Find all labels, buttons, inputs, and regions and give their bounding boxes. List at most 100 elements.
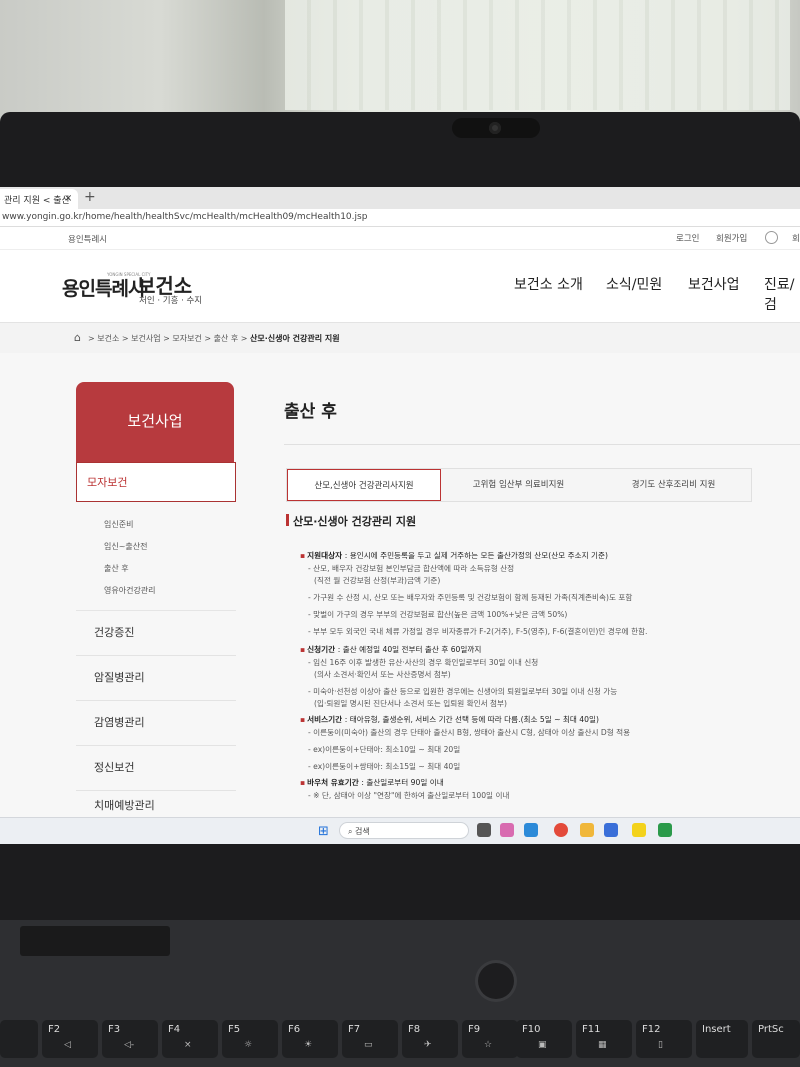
key-label: F2 <box>48 1024 61 1035</box>
gnb-item-news[interactable]: 소식/민원 <box>606 274 662 294</box>
eligibility-label: 지원대상자 <box>307 551 343 560</box>
new-tab-button[interactable]: + <box>84 189 96 205</box>
period-heading: ▪ 신청기간 : 출산 예정일 40일 전부터 출산 후 60일까지 <box>300 644 780 656</box>
key-label: F6 <box>288 1024 301 1035</box>
key-prtsc[interactable]: PrtSc <box>752 1020 800 1058</box>
period-label: 신청기간 <box>307 645 336 654</box>
key-f1[interactable] <box>0 1020 38 1058</box>
key-label: F11 <box>582 1024 601 1035</box>
login-link[interactable]: 로그인 <box>676 232 699 244</box>
page-title: 출산 후 <box>284 402 337 422</box>
address-bar[interactable]: www.yongin.go.kr/home/health/healthSvc/m… <box>0 209 800 227</box>
home-icon[interactable]: ⌂ <box>74 331 81 344</box>
lnb-item-mental[interactable]: 정신보건 <box>76 746 236 791</box>
key-insert[interactable]: Insert <box>696 1020 748 1058</box>
key-f8[interactable]: F8 ✈ <box>402 1020 458 1058</box>
service-item: - 이른둥이(미숙아) 출산의 경우 단태아 출산시 B형, 쌍태아 출산시 C… <box>308 728 631 737</box>
eligibility-heading: ▪ 지원대상자 : 용인시에 주민등록을 두고 실제 거주하는 모든 출산가정의 … <box>300 550 780 562</box>
logo-city[interactable]: 용인특례시 <box>62 274 145 301</box>
close-icon[interactable]: × <box>64 193 72 204</box>
join-link[interactable]: 회원가입 <box>716 232 747 244</box>
breadcrumb-links[interactable]: > 보건소 > 보건사업 > 모자보건 > 출산 후 > <box>88 334 247 343</box>
lnb-sub-postnatal[interactable]: 출산 후 <box>104 558 236 580</box>
key-label: Insert <box>702 1024 731 1035</box>
content-body: ▪ 지원대상자 : 용인시에 주민등록을 두고 실제 거주하는 모든 출산가정의 … <box>300 546 780 802</box>
util-more[interactable]: 회 <box>792 232 800 244</box>
key-f6[interactable]: F6 ☀ <box>282 1020 338 1058</box>
room-background <box>0 0 800 130</box>
key-f3[interactable]: F3 ◁- <box>102 1020 158 1058</box>
print-icon[interactable] <box>765 231 778 244</box>
key-label: PrtSc <box>758 1024 784 1035</box>
edge-icon[interactable] <box>524 823 538 837</box>
section-title: 산모·신생아 건강관리 지원 <box>286 513 416 529</box>
bullet-icon: ▪ <box>300 551 306 560</box>
gnb-item-health[interactable]: 보건사업 <box>688 274 740 294</box>
screen-icon: ▣ <box>538 1040 547 1050</box>
content-tabs: 산모,신생아 건강관리사지원 고위험 임산부 의료비지원 경기도 산후조리비 지… <box>286 468 752 502</box>
lnb-sub-infant[interactable]: 영유아건강관리 <box>104 580 236 602</box>
windows-start-icon[interactable]: ⊞ <box>318 824 329 839</box>
copilot-icon[interactable] <box>500 823 514 837</box>
kakaotalk-icon[interactable] <box>632 823 646 837</box>
key-label: F10 <box>522 1024 541 1035</box>
eligibility-item: - 산모, 배우자 건강보험 본인부담금 합산액에 따라 소득유형 산정 <box>308 564 515 573</box>
tab-mother-newborn[interactable]: 산모,신생아 건강관리사지원 <box>287 469 441 501</box>
key-f9[interactable]: F9 ☆ <box>462 1020 518 1058</box>
taskbar-search-label: 검색 <box>355 827 370 836</box>
airplane-icon: ✈ <box>424 1040 432 1050</box>
laptop-hinge <box>20 926 170 956</box>
excel-icon[interactable] <box>658 823 672 837</box>
camera-lens <box>489 122 501 134</box>
period-item: - 임신 16주 이후 발생한 유산·사산의 경우 확인일로부터 30일 이내 … <box>308 658 539 667</box>
key-f4[interactable]: F4 × <box>162 1020 218 1058</box>
eligibility-item: - 가구원 수 산정 시, 산모 또는 배우자와 주민등록 및 건강보험이 함께… <box>308 593 633 602</box>
logo-subtitle: 처인 · 기흥 · 수지 <box>139 296 203 306</box>
lnb-item-dementia[interactable]: 치매예방관리 <box>76 791 236 813</box>
key-label: F3 <box>108 1024 121 1035</box>
power-button[interactable] <box>478 963 514 999</box>
period-item: (입·퇴원일 명시된 진단서나 소견서 또는 입퇴원 확인서 첨부) <box>314 699 507 708</box>
key-f2[interactable]: F2 ◁ <box>42 1020 98 1058</box>
key-label: F12 <box>642 1024 661 1035</box>
breadcrumb: ⌂ > 보건소 > 보건사업 > 모자보건 > 출산 후 > 산모·신생아 건강… <box>0 323 800 353</box>
key-label: F5 <box>228 1024 241 1035</box>
period-text: : 출산 예정일 40일 전부터 출산 후 60일까지 <box>337 645 482 654</box>
chrome-icon[interactable] <box>554 823 568 837</box>
lnb-item-infection[interactable]: 감염병관리 <box>76 701 236 746</box>
key-f11[interactable]: F11 ▦ <box>576 1020 632 1058</box>
lnb-sub-prep[interactable]: 임신준비 <box>104 514 236 536</box>
lnb-item-maternal[interactable]: 모자보건 <box>76 462 236 502</box>
key-label: F8 <box>408 1024 421 1035</box>
lnb-title: 보건사업 <box>76 382 234 462</box>
voucher-label: 바우처 유효기간 <box>307 778 359 787</box>
windows-taskbar: ⊞ ⌕ 검색 <box>0 817 800 844</box>
breadcrumb-current: 산모·신생아 건강관리 지원 <box>250 334 340 343</box>
eligibility-item: - 맞벌이 가구의 경우 부부의 건강보험료 합산(높은 금액 100%+낮은 … <box>308 610 568 619</box>
key-label: F9 <box>468 1024 481 1035</box>
webcam <box>452 118 540 138</box>
lnb-item-health[interactable]: 건강증진 <box>76 611 236 656</box>
browser-tab[interactable]: 관리 지원 < 출산 × <box>0 189 78 209</box>
lnb-item-cancer[interactable]: 암질병관리 <box>76 656 236 701</box>
key-f7[interactable]: F7 ▭ <box>342 1020 398 1058</box>
key-f10[interactable]: F10 ▣ <box>516 1020 572 1058</box>
tab-gyeonggi-postnatal[interactable]: 경기도 산후조리비 지원 <box>596 469 751 501</box>
task-view-icon[interactable] <box>477 823 491 837</box>
gnb-item-clinic[interactable]: 진료/검 <box>764 274 800 314</box>
content-header: 출산 후 <box>284 397 794 422</box>
volume-mute-icon: ◁ <box>64 1040 71 1050</box>
util-city-link[interactable]: 용인특례시 <box>68 233 107 245</box>
taskbar-search[interactable]: ⌕ 검색 <box>339 822 469 839</box>
file-explorer-icon[interactable] <box>580 823 594 837</box>
lnb-sub-pregnancy[interactable]: 임신~출산전 <box>104 536 236 558</box>
key-f12[interactable]: F12 ▯ <box>636 1020 692 1058</box>
service-item: - ex)이른둥이+단태아: 최소10일 ~ 최대 20일 <box>308 745 461 754</box>
gnb-item-about[interactable]: 보건소 소개 <box>514 274 583 294</box>
browser-tab-title: 관리 지원 < 출산 <box>4 196 70 206</box>
tab-high-risk[interactable]: 고위험 임산부 의료비지원 <box>441 469 596 501</box>
lnb-submenu: 임신준비 임신~출산전 출산 후 영유아건강관리 <box>76 502 236 611</box>
keyboard-icon: ▦ <box>598 1040 607 1050</box>
store-icon[interactable] <box>604 823 618 837</box>
key-f5[interactable]: F5 ☼ <box>222 1020 278 1058</box>
